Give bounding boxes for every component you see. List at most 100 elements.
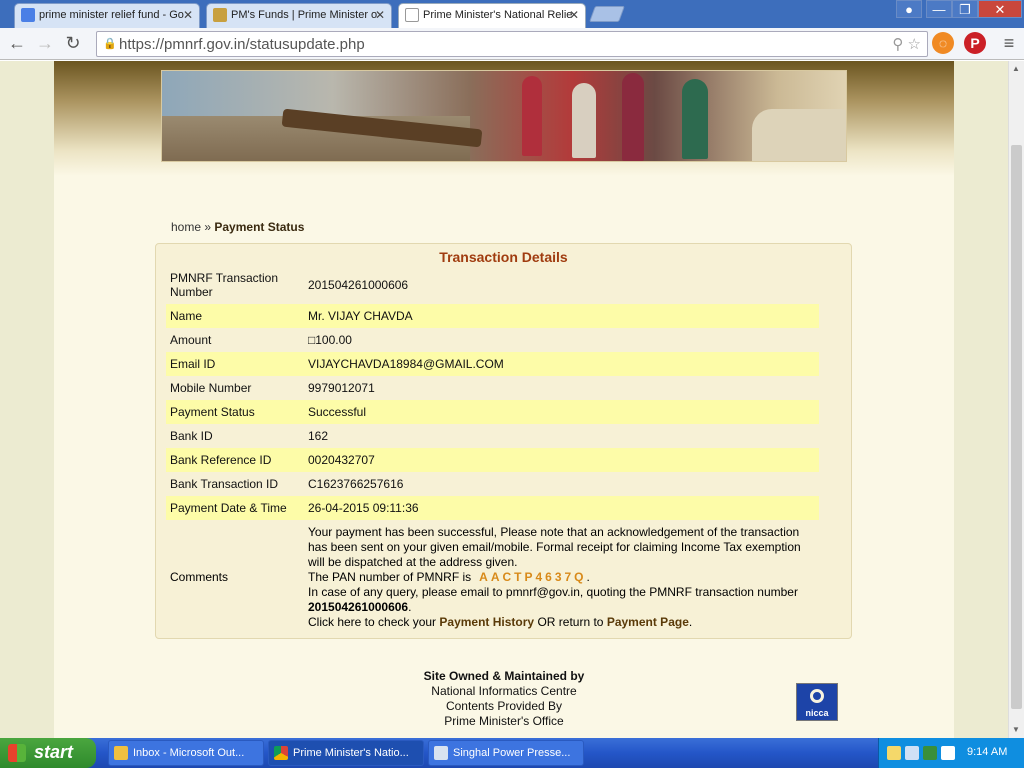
detail-value: Successful [308, 405, 367, 419]
links-line: Click here to check your Payment History… [308, 615, 693, 629]
system-tray: 9:14 AM [878, 738, 1024, 768]
tab-google-search[interactable]: prime minister relief fund - Go ✕ [14, 3, 200, 28]
tab-label: PM's Funds | Prime Minister o [231, 9, 378, 21]
footer-line: Contents Provided By [445, 699, 563, 713]
taskbar-item-app[interactable]: Singhal Power Presse... [428, 740, 584, 766]
close-icon[interactable]: ✕ [375, 8, 385, 22]
tab-label: prime minister relief fund - Go [39, 9, 184, 21]
browser-toolbar: ← → ↻ 🔒 https://pmnrf.gov.in/statusupdat… [0, 28, 1024, 60]
payment-history-link[interactable]: Payment History [439, 615, 534, 629]
header-banner-image [161, 70, 847, 162]
app-icon [434, 746, 448, 760]
txn-number-line: 201504261000606. [308, 600, 412, 614]
panel-title: Transaction Details [439, 249, 568, 265]
tab-label: Prime Minister's National Relie [423, 9, 573, 21]
reload-icon[interactable]: ↻ [62, 33, 84, 55]
pinterest-icon[interactable]: P [964, 32, 986, 54]
detail-row: Name Mr. VIJAY CHAVDA [166, 304, 819, 328]
close-window-button[interactable]: ✕ [978, 0, 1022, 18]
detail-row: PMNRF Transaction Number 201504261000606 [166, 270, 819, 302]
tray-icon[interactable] [941, 746, 955, 760]
page-body: home » Payment Status Transaction Detail… [54, 61, 954, 738]
scrollbar-thumb[interactable] [1011, 145, 1022, 709]
pan-number: AACTP4637Q [479, 570, 587, 584]
comments-message: Your payment has been successful, Please… [308, 525, 801, 569]
detail-value: 201504261000606 [308, 278, 409, 292]
minimize-button[interactable]: — [926, 0, 952, 18]
google-icon [21, 8, 35, 22]
start-button[interactable]: start [0, 738, 96, 768]
detail-label: Payment Status [170, 405, 255, 419]
breadcrumb-separator: » [201, 220, 215, 234]
tab-pms-funds[interactable]: PM's Funds | Prime Minister o ✕ [206, 3, 392, 28]
page-viewport: home » Payment Status Transaction Detail… [0, 61, 1008, 738]
detail-row: Payment Status Successful [166, 400, 819, 424]
network-icon[interactable] [905, 746, 919, 760]
taskbar-item-chrome[interactable]: Prime Minister's Natio... [268, 740, 424, 766]
detail-label: Name [170, 309, 203, 323]
back-icon[interactable]: ← [6, 33, 28, 55]
query-line: In case of any query, please email to pm… [308, 585, 798, 599]
comments-label: Comments [170, 570, 229, 584]
breadcrumb: home » Payment Status [171, 220, 304, 234]
browser-tab-bar: prime minister relief fund - Go ✕ PM's F… [0, 0, 1024, 28]
detail-value: 26-04-2015 09:11:36 [308, 501, 419, 515]
detail-value: C1623766257616 [308, 477, 404, 491]
payment-page-link[interactable]: Payment Page [607, 615, 689, 629]
footer-line: Prime Minister's Office [444, 714, 564, 728]
detail-value: VIJAYCHAVDA18984@GMAIL.COM [308, 357, 504, 371]
footer-title: Site Owned & Maintained by [423, 669, 585, 683]
nicca-logo-text: nicca [805, 708, 829, 718]
detail-row: Payment Date & Time 26-04-2015 09:11:36 [166, 496, 819, 520]
transaction-details-panel: Transaction Details PMNRF Transaction Nu… [155, 243, 852, 639]
detail-label: Amount [170, 333, 212, 347]
clock: 9:14 AM [967, 746, 1008, 758]
site-footer: Site Owned & Maintained by National Info… [354, 669, 654, 729]
transaction-number: 201504261000606 [308, 600, 409, 614]
lock-icon: 🔒 [103, 38, 117, 50]
detail-value: 0020432707 [308, 453, 375, 467]
windows-taskbar: start Inbox - Microsoft Out... Prime Min… [0, 738, 1024, 768]
user-icon[interactable]: ● [896, 0, 922, 18]
new-tab-button[interactable] [589, 6, 625, 22]
breadcrumb-home-link[interactable]: home [171, 220, 201, 234]
tray-icon[interactable] [923, 746, 937, 760]
detail-row: Bank Reference ID 0020432707 [166, 448, 819, 472]
detail-row: Amount □100.00 [166, 328, 819, 352]
detail-label: Payment Date & Time [170, 501, 287, 515]
address-bar[interactable]: 🔒 https://pmnrf.gov.in/statusupdate.php … [96, 31, 928, 57]
start-label: start [34, 742, 74, 762]
detail-label: Bank ID [170, 429, 213, 443]
page-icon [405, 8, 419, 22]
nicca-logo[interactable]: nicca [796, 683, 838, 721]
menu-icon[interactable]: ≡ [998, 33, 1020, 55]
close-icon[interactable]: ✕ [183, 8, 193, 22]
scroll-up-icon[interactable]: ▲ [1012, 64, 1020, 73]
forward-icon[interactable]: → [34, 33, 56, 55]
detail-value: □100.00 [308, 333, 352, 347]
extension-icon[interactable]: ◌ [932, 32, 954, 54]
detail-label: Email ID [170, 357, 216, 371]
windows-logo-icon [8, 744, 26, 762]
detail-label: PMNRF Transaction Number [170, 271, 279, 299]
detail-row: Bank ID 162 [166, 424, 819, 448]
vertical-scrollbar[interactable]: ▲ ▼ [1008, 61, 1024, 738]
tray-icon[interactable] [887, 746, 901, 760]
pan-line: The PAN number of PMNRF is AACTP4637Q. [308, 570, 590, 584]
tab-pmnrf[interactable]: Prime Minister's National Relie ✕ [398, 3, 586, 28]
outlook-icon [114, 746, 128, 760]
footer-line: National Informatics Centre [431, 684, 577, 698]
close-icon[interactable]: ✕ [569, 8, 579, 22]
chrome-icon [274, 746, 288, 760]
detail-row: Mobile Number 9979012071 [166, 376, 819, 400]
comments-row: Comments Your payment has been successfu… [166, 525, 819, 635]
scroll-down-icon[interactable]: ▼ [1012, 725, 1020, 734]
taskbar-item-outlook[interactable]: Inbox - Microsoft Out... [108, 740, 264, 766]
restore-button[interactable]: ❐ [952, 0, 978, 18]
emblem-icon [213, 8, 227, 22]
comments-text: Your payment has been successful, Please… [308, 525, 820, 630]
detail-label: Mobile Number [170, 381, 252, 395]
url-text: https://pmnrf.gov.in/statusupdate.php [119, 36, 365, 53]
star-icon[interactable]: ⚲ ☆ [892, 35, 921, 53]
breadcrumb-current: Payment Status [214, 220, 305, 234]
